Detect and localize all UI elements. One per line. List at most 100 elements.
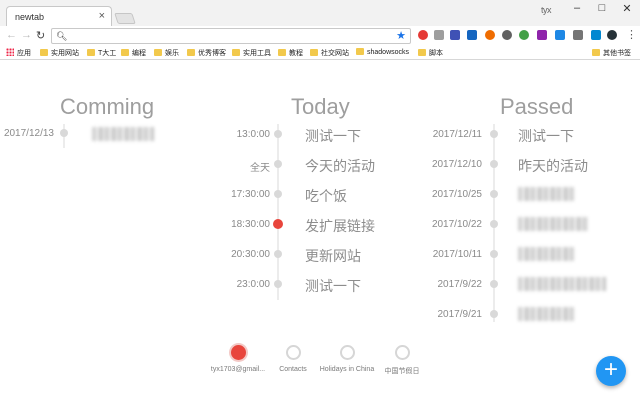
bookmark-folder[interactable]: 教程 <box>278 48 303 58</box>
extension-icon[interactable] <box>591 30 601 40</box>
calendar-radio[interactable] <box>285 345 301 360</box>
bookmark-folder[interactable]: 实用网站 <box>40 48 79 58</box>
bookmark-folder[interactable]: shadowsocks <box>356 48 409 56</box>
extension-icon[interactable] <box>485 30 495 40</box>
folder-icon <box>310 49 318 56</box>
timeline-dot <box>490 130 498 138</box>
tab-title: newtab <box>15 12 45 22</box>
extension-icon[interactable] <box>502 30 512 40</box>
event-title[interactable]: 吃个饭 <box>305 186 347 206</box>
timeline-dot <box>274 280 282 288</box>
timeline-dot <box>490 160 498 168</box>
apps-icon <box>6 48 14 56</box>
timeline-dot <box>490 310 498 318</box>
blurred-event-title[interactable] <box>518 217 588 231</box>
event-title[interactable]: 发扩展链接 <box>305 216 375 236</box>
bookmark-folder[interactable]: 优秀博客 <box>187 48 226 58</box>
extension-icon[interactable] <box>434 30 444 40</box>
search-icon: 🔍︎ <box>56 31 68 41</box>
folder-icon <box>121 49 129 56</box>
extension-icon[interactable] <box>519 30 529 40</box>
reload-icon[interactable]: ↻ <box>36 29 45 42</box>
extension-icon[interactable] <box>450 30 460 40</box>
blurred-event-title[interactable] <box>518 277 606 291</box>
bookmark-folder[interactable]: 社交网站 <box>310 48 349 58</box>
bookmark-folder[interactable]: T大工 <box>87 48 116 58</box>
calendar-radio[interactable] <box>339 345 355 360</box>
timeline-dot <box>60 129 68 137</box>
tab-close-icon[interactable]: × <box>99 10 105 22</box>
blurred-event-title[interactable] <box>518 187 574 201</box>
event-title[interactable]: 昨天的活动 <box>518 156 588 176</box>
menu-icon[interactable]: ⋮ <box>626 28 637 41</box>
event-date: 2017/10/22 <box>431 219 482 230</box>
event-title[interactable]: 测试一下 <box>518 126 574 146</box>
event-time: 23:0:00 <box>236 279 270 290</box>
event-date: 2017/12/13 <box>3 128 54 139</box>
calendar-label: 中国节假日 <box>384 368 420 375</box>
extension-icon[interactable] <box>537 30 547 40</box>
folder-icon <box>278 49 286 56</box>
extension-icon[interactable] <box>573 30 583 40</box>
folder-icon <box>356 48 364 55</box>
event-date: 2017/9/22 <box>437 279 483 290</box>
calendar-toggle[interactable]: 中国节假日 <box>362 345 442 376</box>
timeline-dot <box>274 160 282 168</box>
folder-icon <box>154 49 162 56</box>
timeline-dot <box>274 250 282 258</box>
event-title[interactable]: 今天的活动 <box>305 156 375 176</box>
folder-icon <box>592 49 600 56</box>
close-window-icon[interactable]: ✕ <box>620 2 634 15</box>
timeline-dot <box>490 190 498 198</box>
calendar-radio-selected[interactable] <box>230 345 246 360</box>
extension-icon[interactable] <box>555 30 565 40</box>
extension-icon[interactable] <box>418 30 428 40</box>
blurred-event-title[interactable] <box>518 247 574 261</box>
add-event-button[interactable]: + <box>596 356 626 386</box>
bookmarks-bar: 应用 实用网站 T大工 编程 娱乐 优秀博客 实用工具 教程 社交网站 shad… <box>0 46 640 60</box>
profile-name[interactable]: tyx <box>541 5 552 15</box>
timeline-dot <box>490 280 498 288</box>
today-heading: Today <box>291 94 350 119</box>
event-date: 2017/9/21 <box>437 309 483 320</box>
event-time: 13:0:00 <box>236 129 270 140</box>
event-title[interactable]: 测试一下 <box>305 126 361 146</box>
timeline-dot-active <box>273 219 283 229</box>
timeline-dot <box>490 220 498 228</box>
address-bar[interactable]: 🔍︎ ★ <box>51 28 411 44</box>
timeline-dot <box>490 250 498 258</box>
bookmark-folder[interactable]: 编程 <box>121 48 146 58</box>
bookmark-folder[interactable]: 娱乐 <box>154 48 179 58</box>
event-title[interactable]: 更新网站 <box>305 246 361 266</box>
event-title[interactable]: 测试一下 <box>305 276 361 296</box>
browser-tab[interactable]: newtab × <box>6 6 112 26</box>
bookmark-other[interactable]: 其他书签 <box>592 48 631 58</box>
event-time: 18:30:00 <box>231 219 270 230</box>
event-date: 2017/12/10 <box>431 159 482 170</box>
folder-icon <box>40 49 48 56</box>
timeline-dot <box>274 190 282 198</box>
back-icon[interactable]: ← <box>6 29 17 41</box>
event-date: 2017/10/25 <box>431 189 482 200</box>
extension-icon[interactable] <box>607 30 617 40</box>
browser-titlebar: newtab × tyx – □ ✕ <box>0 0 640 26</box>
blurred-event-title[interactable] <box>92 127 154 141</box>
event-time: 20:30:00 <box>231 249 270 260</box>
forward-icon[interactable]: → <box>21 29 32 41</box>
event-date: 2017/12/11 <box>432 129 482 140</box>
folder-icon <box>418 49 426 56</box>
calendar-radio[interactable] <box>394 345 410 360</box>
blurred-event-title[interactable] <box>518 307 574 321</box>
bookmark-folder[interactable]: 脚本 <box>418 48 443 58</box>
bookmark-apps[interactable]: 应用 <box>6 48 31 58</box>
bookmark-folder[interactable]: 实用工具 <box>232 48 271 58</box>
folder-icon <box>187 49 195 56</box>
folder-icon <box>87 49 95 56</box>
passed-heading: Passed <box>500 94 574 119</box>
event-date: 2017/10/11 <box>432 249 482 260</box>
minimize-icon[interactable]: – <box>570 2 584 14</box>
extension-icon[interactable] <box>467 30 477 40</box>
maximize-icon[interactable]: □ <box>595 2 609 14</box>
bookmark-star-icon[interactable]: ★ <box>396 29 406 42</box>
new-tab-button[interactable] <box>114 13 136 24</box>
